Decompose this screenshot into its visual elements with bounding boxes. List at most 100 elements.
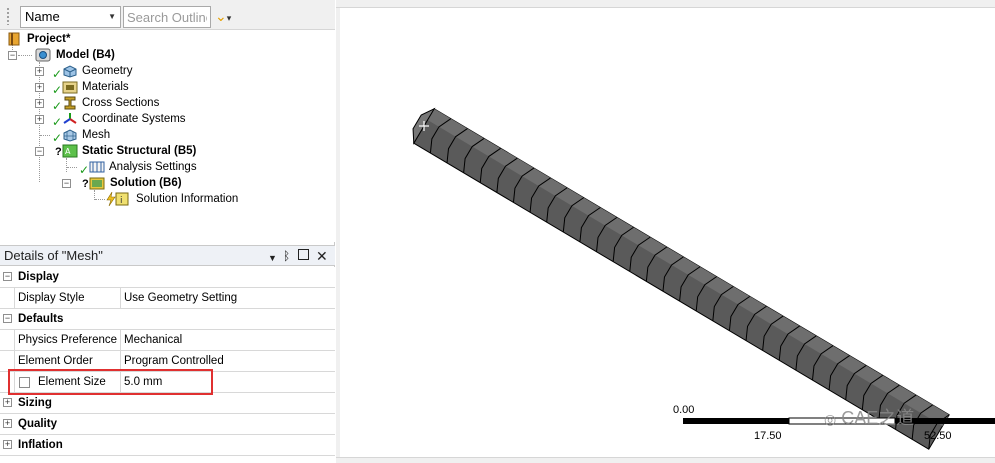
expand-icon[interactable]: + bbox=[35, 115, 44, 124]
scale-label-mid: 17.50 bbox=[754, 430, 782, 442]
expand-icon[interactable]: + bbox=[3, 398, 12, 407]
expand-icon[interactable]: + bbox=[3, 419, 12, 428]
outline-tree: Project* − Model (B4) + ✓ Geometry + ✓ M… bbox=[0, 30, 335, 242]
tree-item-label: Project* bbox=[27, 33, 71, 45]
tree-item-label: Model (B4) bbox=[56, 49, 115, 61]
tree-item-label: Solution Information bbox=[136, 193, 239, 205]
tree-item-label: Static Structural (B5) bbox=[82, 145, 197, 157]
expand-icon[interactable]: + bbox=[3, 440, 12, 449]
question-mark-icon: ? bbox=[82, 178, 89, 190]
dropdown-arrow-icon: ▾ bbox=[226, 13, 232, 23]
maximize-icon[interactable] bbox=[298, 249, 309, 260]
group-partial-next bbox=[0, 456, 335, 463]
indent-divider bbox=[14, 288, 15, 309]
tree-item-solution-information[interactable]: i Solution Information bbox=[0, 191, 240, 207]
tree-item-coordinate-systems[interactable]: + ✓ Coordinate Systems bbox=[0, 111, 230, 129]
mesh-icon bbox=[62, 128, 78, 142]
graphics-viewport[interactable]: 0.00 17.50 52.50 ◎ CAE之道 bbox=[336, 0, 995, 463]
group-defaults[interactable]: − Defaults bbox=[0, 309, 335, 330]
coordinate-axes-icon bbox=[62, 112, 78, 126]
property-value[interactable]: Mechanical bbox=[124, 330, 182, 350]
property-key: Display Style bbox=[18, 292, 85, 304]
tree-item-mesh[interactable]: ✓ Mesh bbox=[0, 127, 200, 145]
tree-item-model[interactable]: − Model (B4) bbox=[0, 47, 200, 63]
chevron-down-icon: ▼ bbox=[108, 12, 116, 21]
property-key: Physics Preference bbox=[18, 334, 118, 346]
information-icon: i bbox=[115, 192, 131, 206]
tree-item-cross-sections[interactable]: + ✓ Cross Sections bbox=[0, 95, 220, 113]
property-row-physics-preference[interactable]: Physics Preference Mechanical bbox=[0, 330, 335, 351]
static-structural-icon: A bbox=[62, 144, 78, 158]
svg-text:A: A bbox=[65, 147, 71, 156]
name-filter-value: Name bbox=[25, 9, 60, 24]
tree-item-label: Solution (B6) bbox=[110, 177, 182, 189]
collapse-icon[interactable]: − bbox=[3, 272, 12, 281]
group-sizing[interactable]: + Sizing bbox=[0, 393, 335, 414]
group-label: Quality bbox=[18, 418, 57, 430]
scale-segment-dark bbox=[683, 418, 789, 424]
tree-item-label: Cross Sections bbox=[82, 97, 160, 109]
scale-label-start: 0.00 bbox=[673, 404, 695, 416]
property-value[interactable]: Use Geometry Setting bbox=[124, 288, 237, 308]
tree-item-label: Analysis Settings bbox=[109, 161, 197, 173]
pin-icon[interactable]: ᛒ bbox=[283, 246, 290, 266]
dropdown-arrow-icon[interactable]: ▼ bbox=[268, 248, 277, 268]
tree-item-analysis-settings[interactable]: ✓ Analysis Settings bbox=[0, 159, 230, 177]
i-beam-icon bbox=[62, 96, 78, 110]
question-mark-icon: ? bbox=[55, 146, 62, 158]
tree-item-static-structural[interactable]: − ? A Static Structural (B5) bbox=[0, 143, 230, 159]
model-icon bbox=[35, 48, 51, 62]
chevron-down-icon: ⌄ bbox=[215, 8, 227, 24]
search-outline-input[interactable] bbox=[123, 6, 211, 28]
indent-divider bbox=[14, 330, 15, 351]
group-inflation[interactable]: + Inflation bbox=[0, 435, 335, 456]
tree-item-label: Geometry bbox=[82, 65, 133, 77]
collapse-icon[interactable]: − bbox=[3, 314, 12, 323]
tree-item-label: Materials bbox=[82, 81, 129, 93]
tree-item-materials[interactable]: + ✓ Materials bbox=[0, 79, 220, 97]
collapse-icon[interactable]: − bbox=[8, 51, 17, 60]
column-divider bbox=[120, 288, 121, 309]
tree-item-geometry[interactable]: + ✓ Geometry bbox=[0, 63, 220, 81]
materials-icon bbox=[62, 80, 78, 94]
tree-connector bbox=[67, 167, 77, 168]
details-grid: − Display Display Style Use Geometry Set… bbox=[0, 267, 335, 463]
tree-connector bbox=[18, 55, 32, 56]
filter-dropdown-button[interactable]: ⌄▾ bbox=[215, 6, 245, 26]
name-filter-dropdown[interactable]: Name ▼ bbox=[20, 6, 121, 28]
mesh-model bbox=[412, 107, 995, 450]
group-label: Defaults bbox=[18, 313, 64, 325]
group-quality[interactable]: + Quality bbox=[0, 414, 335, 435]
geometry-icon bbox=[62, 64, 78, 78]
group-label: Sizing bbox=[18, 397, 52, 409]
scale-label-end: 52.50 bbox=[924, 430, 952, 442]
tree-item-project[interactable]: Project* bbox=[0, 31, 200, 47]
property-row-display-style[interactable]: Display Style Use Geometry Setting bbox=[0, 288, 335, 309]
viewport-bottom-border bbox=[336, 457, 995, 463]
expand-icon[interactable]: + bbox=[35, 67, 44, 76]
collapse-icon[interactable]: − bbox=[62, 179, 71, 188]
tree-item-solution[interactable]: − ? Solution (B6) bbox=[0, 175, 230, 191]
details-panel-title: Details of "Mesh" bbox=[4, 248, 103, 263]
svg-text:i: i bbox=[120, 196, 123, 206]
meshed-beam bbox=[412, 107, 950, 450]
group-label: Inflation bbox=[18, 439, 63, 451]
close-icon[interactable]: ✕ bbox=[316, 246, 328, 266]
expand-icon[interactable]: + bbox=[35, 99, 44, 108]
solution-icon bbox=[89, 176, 105, 190]
wechat-icon: ◎ bbox=[824, 411, 837, 427]
watermark-text: CAE之道 bbox=[841, 408, 915, 428]
property-value[interactable]: Program Controlled bbox=[124, 351, 224, 371]
group-display[interactable]: − Display bbox=[0, 267, 335, 288]
collapse-icon[interactable]: − bbox=[35, 147, 44, 156]
tree-connector bbox=[40, 135, 50, 136]
analysis-settings-icon bbox=[89, 160, 105, 174]
toolbar-grip[interactable] bbox=[6, 7, 10, 25]
tree-item-label: Mesh bbox=[82, 129, 111, 141]
details-panel-header: Details of "Mesh" ▼ ᛒ ✕ bbox=[0, 245, 335, 266]
group-label: Display bbox=[18, 271, 59, 283]
project-icon bbox=[8, 32, 24, 46]
property-key: Element Order bbox=[18, 355, 93, 367]
expand-icon[interactable]: + bbox=[35, 83, 44, 92]
tree-item-label: Coordinate Systems bbox=[82, 113, 186, 125]
